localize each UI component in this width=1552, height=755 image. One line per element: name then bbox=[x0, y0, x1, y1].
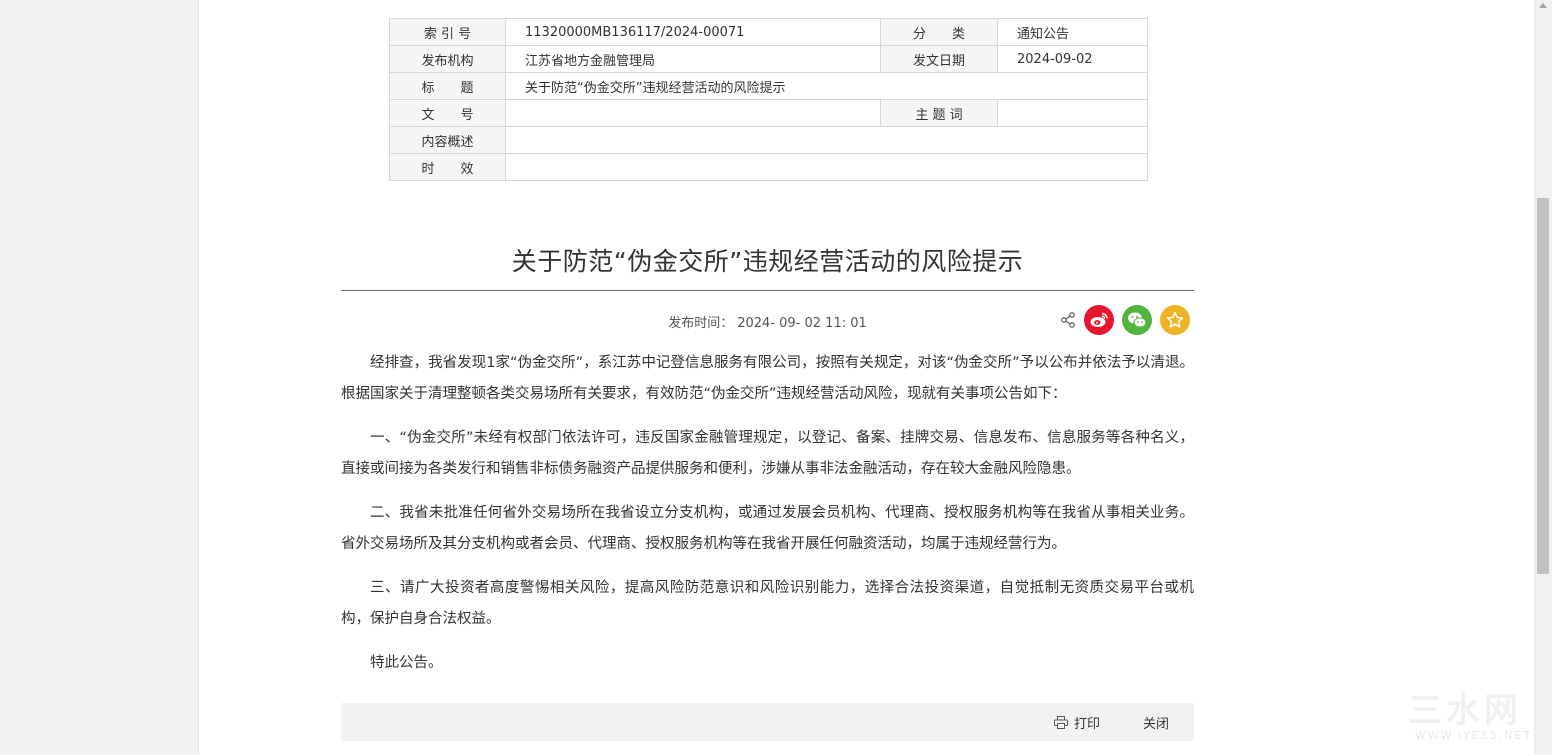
favorite-star-icon bbox=[1166, 311, 1184, 328]
printer-icon bbox=[1054, 716, 1068, 729]
title-label: 标 题 bbox=[389, 72, 506, 100]
publish-time-value: 2024- 09- 02 11: 01 bbox=[737, 316, 867, 331]
validity-value bbox=[505, 153, 1148, 181]
close-button[interactable]: 关闭 bbox=[1143, 713, 1169, 732]
publish-time-label: 发布时间： bbox=[668, 316, 734, 331]
publisher-value: 江苏省地方金融管理局 bbox=[505, 45, 881, 73]
category-value: 通知公告 bbox=[997, 18, 1148, 46]
category-label: 分 类 bbox=[880, 18, 998, 46]
index-label: 索 引 号 bbox=[389, 18, 506, 46]
favorite-button[interactable] bbox=[1160, 305, 1190, 335]
keyword-label: 主 题 词 bbox=[880, 99, 998, 127]
date-value: 2024-09-02 bbox=[997, 45, 1148, 73]
date-label: 发文日期 bbox=[880, 45, 998, 73]
share-icon[interactable] bbox=[1059, 311, 1077, 329]
article-paragraph: 三、请广大投资者高度警惕相关风险，提高风险防范意识和风险识别能力，选择合法投资渠… bbox=[341, 580, 1194, 627]
print-button[interactable]: 打印 bbox=[1054, 713, 1100, 732]
validity-label: 时 效 bbox=[389, 153, 506, 181]
article-title: 关于防范“伪金交所”违规经营活动的风险提示 bbox=[511, 247, 1024, 276]
weibo-icon bbox=[1090, 312, 1108, 327]
vertical-scrollbar[interactable] bbox=[1535, 0, 1552, 755]
publisher-label: 发布机构 bbox=[389, 45, 506, 73]
watermark-logo: 三水网 bbox=[1408, 691, 1522, 731]
article-footer-bar: 打印 关闭 bbox=[341, 703, 1194, 741]
document-info-table: 索 引 号 11320000MB136117/2024-00071 分 类 通知… bbox=[389, 18, 1148, 181]
scrollbar-thumb[interactable] bbox=[1537, 198, 1549, 574]
docno-value bbox=[505, 99, 881, 127]
wechat-share-button[interactable] bbox=[1122, 305, 1152, 335]
scroll-up-arrow-icon[interactable] bbox=[1539, 3, 1547, 8]
title-divider bbox=[341, 290, 1194, 291]
wechat-icon bbox=[1128, 312, 1147, 328]
index-value: 11320000MB136117/2024-00071 bbox=[505, 18, 881, 46]
article-paragraph: 特此公告。 bbox=[370, 655, 443, 671]
site-watermark: 三水网 WWW.IYESS.NET bbox=[1408, 693, 1532, 743]
title-value: 关于防范“伪金交所”违规经营活动的风险提示 bbox=[505, 72, 1148, 100]
print-label: 打印 bbox=[1074, 717, 1101, 732]
article-paragraph: 经排查，我省发现1家“伪金交所”，系江苏中记登信息服务有限公司，按照有关规定，对… bbox=[341, 355, 1194, 402]
watermark-url: WWW.IYESS.NET bbox=[1414, 729, 1532, 742]
summary-label: 内容概述 bbox=[389, 126, 506, 154]
article-body: 经排查，我省发现1家“伪金交所”，系江苏中记登信息服务有限公司，按照有关规定，对… bbox=[341, 348, 1194, 692]
keyword-value bbox=[997, 99, 1148, 127]
summary-value bbox=[505, 126, 1148, 154]
article-paragraph: 二、我省未批准任何省外交易场所在我省设立分支机构，或通过发展会员机构、代理商、授… bbox=[341, 505, 1194, 552]
weibo-share-button[interactable] bbox=[1084, 305, 1114, 335]
article-paragraph: 一、“伪金交所”未经有权部门依法许可，违反国家金融管理规定，以登记、备案、挂牌交… bbox=[341, 430, 1194, 477]
docno-label: 文 号 bbox=[389, 99, 506, 127]
